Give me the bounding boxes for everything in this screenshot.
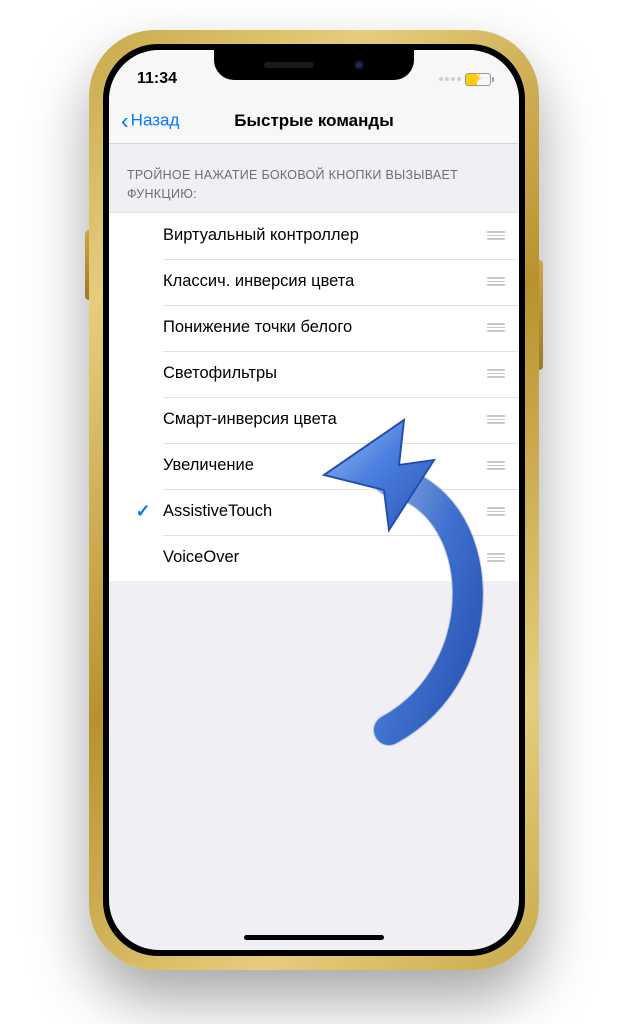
list-item[interactable]: Смарт-инверсия цвета (109, 397, 519, 443)
list-item[interactable]: Классич. инверсия цвета (109, 259, 519, 305)
battery-icon: ⚡ (465, 73, 491, 86)
list-item-label: Понижение точки белого (163, 318, 487, 337)
nav-bar: ‹ Назад Быстрые команды (109, 98, 519, 144)
cellular-dots-icon (439, 77, 461, 81)
back-label: Назад (131, 111, 180, 131)
page-title: Быстрые команды (234, 111, 393, 131)
camera (354, 60, 364, 70)
phone-frame: 11:34 ⚡ ‹ Назад Быстрые команды (89, 30, 539, 970)
reorder-handle-icon[interactable] (487, 507, 505, 516)
speaker (264, 62, 314, 68)
checkmark-icon: ✓ (135, 501, 150, 522)
list-item-label: Увеличение (163, 456, 487, 475)
list-item[interactable]: Понижение точки белого (109, 305, 519, 351)
screen: 11:34 ⚡ ‹ Назад Быстрые команды (109, 50, 519, 950)
section-header: ТРОЙНОЕ НАЖАТИЕ БОКОВОЙ КНОПКИ ВЫЗЫВАЕТ … (109, 144, 519, 212)
shortcut-list: Виртуальный контроллер Классич. инверсия … (109, 212, 519, 581)
list-item[interactable]: Виртуальный контроллер (109, 213, 519, 259)
battery-bolt-icon: ⚡ (472, 74, 483, 85)
back-button[interactable]: ‹ Назад (121, 109, 179, 132)
notch (214, 50, 414, 80)
list-item-label: Светофильтры (163, 364, 487, 383)
status-right: ⚡ (439, 73, 491, 86)
list-item-label: AssistiveTouch (163, 502, 487, 521)
list-item[interactable]: Увеличение (109, 443, 519, 489)
reorder-handle-icon[interactable] (487, 553, 505, 562)
list-item[interactable]: VoiceOver (109, 535, 519, 581)
reorder-handle-icon[interactable] (487, 415, 505, 424)
status-time: 11:34 (137, 70, 177, 88)
list-item-label: Смарт-инверсия цвета (163, 410, 487, 429)
reorder-handle-icon[interactable] (487, 231, 505, 240)
reorder-handle-icon[interactable] (487, 369, 505, 378)
reorder-handle-icon[interactable] (487, 277, 505, 286)
checkmark-slot: ✓ (123, 501, 163, 522)
reorder-handle-icon[interactable] (487, 461, 505, 470)
list-item-label: VoiceOver (163, 548, 487, 567)
list-item-label: Классич. инверсия цвета (163, 272, 487, 291)
phone-bezel: 11:34 ⚡ ‹ Назад Быстрые команды (103, 44, 525, 956)
list-item[interactable]: ✓ AssistiveTouch (109, 489, 519, 535)
list-item-label: Виртуальный контроллер (163, 226, 487, 245)
list-item[interactable]: Светофильтры (109, 351, 519, 397)
home-indicator[interactable] (244, 935, 384, 940)
reorder-handle-icon[interactable] (487, 323, 505, 332)
chevron-left-icon: ‹ (121, 109, 129, 132)
